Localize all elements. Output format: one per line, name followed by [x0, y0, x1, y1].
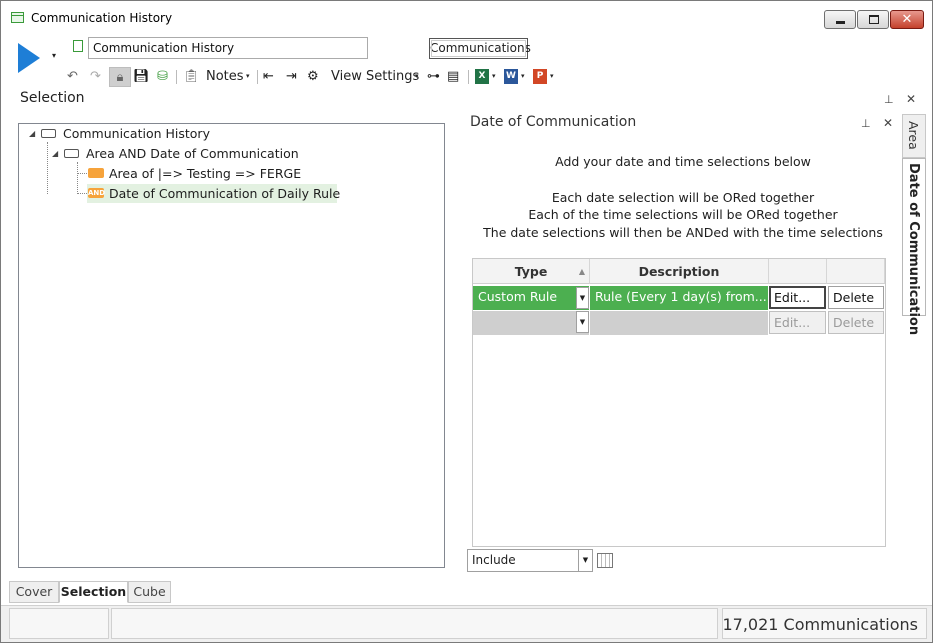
app-icon	[11, 12, 24, 23]
word-icon[interactable]: W	[504, 69, 518, 84]
include-select[interactable]: Include ▼	[467, 549, 593, 572]
status-cell	[9, 608, 109, 639]
column-header-edit	[769, 259, 827, 284]
maximize-icon	[869, 15, 879, 24]
column-header-type[interactable]: Type ▲	[473, 259, 590, 284]
tab-selection[interactable]: Selection	[59, 581, 128, 603]
tree-guide	[77, 173, 87, 174]
side-tab-label: Area	[906, 121, 921, 150]
excel-dropdown-icon[interactable]: ▾	[492, 72, 496, 80]
grid-icon[interactable]: ▤	[447, 67, 459, 87]
minimize-icon	[836, 21, 845, 24]
outdent-icon[interactable]: ⇥	[286, 67, 297, 87]
status-cell	[111, 608, 718, 639]
run-icon[interactable]	[18, 43, 40, 73]
indent-icon[interactable]: ⇤	[263, 67, 274, 87]
grid-cell-description[interactable]	[590, 311, 769, 335]
toolbar-separator	[176, 70, 177, 84]
save-icon[interactable]: 💾︎	[133, 67, 150, 87]
selection-panel-title: Selection	[20, 90, 85, 106]
edit-button[interactable]: Edit...	[769, 286, 826, 309]
run-dropdown-arrow[interactable]: ▾	[52, 51, 56, 60]
and-icon: AND	[88, 188, 106, 198]
close-button[interactable]: ✕	[890, 10, 924, 29]
side-tab-label: Date of Communication	[906, 163, 921, 336]
close-panel-icon[interactable]: ✕	[906, 92, 916, 106]
tree-item-date-rule[interactable]: AND Date of Communication of Daily Rule	[87, 184, 341, 203]
view-settings-dropdown-icon[interactable]: ▾	[415, 72, 419, 80]
delete-button[interactable]: Delete	[828, 286, 884, 309]
side-tab-area[interactable]: Area	[902, 114, 926, 158]
settings-icon[interactable]: ⚙	[307, 67, 319, 87]
maximize-button[interactable]	[857, 10, 889, 29]
tree-guide	[77, 193, 87, 194]
expand-icon[interactable]: ◢	[52, 144, 58, 163]
close-icon: ✕	[901, 12, 913, 27]
tree-item-label: Area of |=> Testing => FERGE	[109, 166, 302, 181]
type-dropdown-icon[interactable]: ▼	[576, 311, 589, 333]
view-settings-button[interactable]: View Settings	[331, 68, 419, 86]
toolbar-separator	[257, 70, 258, 84]
side-tabs: Area Date of Communication	[902, 114, 926, 574]
grid-cell-type[interactable]: Custom Rule	[473, 286, 590, 310]
calendar-edit-icon[interactable]	[597, 553, 613, 568]
type-dropdown-icon[interactable]: ▼	[576, 287, 589, 309]
communications-button[interactable]: Communications	[429, 38, 531, 59]
pin-icon[interactable]: ⊥	[861, 117, 871, 130]
tab-cube[interactable]: Cube	[128, 581, 171, 603]
excel-icon[interactable]: X	[475, 69, 489, 84]
note-text: The date selections will then be ANDed w…	[483, 225, 883, 240]
status-bar: 17,021 Communications	[1, 605, 932, 642]
column-header-delete	[827, 259, 885, 284]
expand-icon[interactable]: ◢	[29, 124, 35, 143]
powerpoint-dropdown-icon[interactable]: ▾	[550, 72, 554, 80]
grid-cell-description[interactable]: Rule (Every 1 day(s) from...	[590, 286, 769, 310]
tree-item-label: Area AND Date of Communication	[86, 146, 299, 161]
header-label: Type	[514, 264, 548, 279]
document-icon	[73, 40, 83, 52]
toolbar-separator	[468, 70, 469, 84]
tree-guide	[77, 162, 78, 194]
status-count-cell: 17,021 Communications	[722, 608, 927, 639]
side-tab-date-of-communication[interactable]: Date of Communication	[902, 158, 926, 335]
group-icon	[64, 149, 79, 158]
powerpoint-icon[interactable]: P	[533, 69, 547, 84]
include-select-value: Include	[472, 553, 516, 567]
column-header-description[interactable]: Description	[590, 259, 769, 284]
notes-dropdown-icon[interactable]: ▾	[246, 72, 250, 80]
selection-name-input[interactable]	[88, 37, 368, 59]
sort-icon: ▲	[578, 267, 585, 276]
close-panel-icon[interactable]: ✕	[883, 116, 893, 130]
selection-tree: ◢ Communication History ◢ Area AND Date …	[18, 123, 445, 568]
chevron-down-icon[interactable]: ▼	[578, 550, 592, 571]
tab-cover[interactable]: Cover	[9, 581, 59, 603]
notes-button[interactable]: Notes	[206, 68, 244, 86]
date-selection-grid: Type ▲ Description Custom Rule ▼ Rule (E…	[472, 258, 886, 547]
tree-icon[interactable]: ⊶	[427, 67, 440, 87]
tree-item-label: Communication History	[63, 126, 210, 141]
title-bar: Communication History ✕	[1, 1, 932, 33]
minimize-button[interactable]	[824, 10, 856, 29]
database-icon[interactable]: ⛁	[157, 67, 168, 87]
redo-icon[interactable]: ↷	[90, 67, 101, 87]
delete-button[interactable]: Delete	[828, 311, 884, 334]
grid-cell-type[interactable]	[473, 311, 590, 335]
tree-item-label: Date of Communication of Daily Rule	[109, 186, 341, 201]
word-dropdown-icon[interactable]: ▾	[521, 72, 525, 80]
group-icon	[41, 129, 56, 138]
clipboard-icon[interactable]: 📋︎	[183, 67, 200, 87]
lock-icon[interactable]: 🔒︎	[109, 67, 131, 87]
instructions-text: Add your date and time selections below	[555, 154, 811, 169]
rule-icon	[88, 168, 104, 178]
tree-guide	[47, 142, 48, 194]
pin-icon[interactable]: ⊥	[884, 93, 894, 106]
undo-icon[interactable]: ↶	[67, 67, 78, 87]
edit-button[interactable]: Edit...	[769, 311, 826, 334]
window-title: Communication History	[31, 11, 173, 25]
date-panel-title: Date of Communication	[470, 114, 637, 130]
communications-count: 17,021 Communications	[722, 615, 918, 634]
note-text: Each date selection will be ORed togethe…	[551, 190, 815, 205]
note-text: Each of the time selections will be ORed…	[528, 207, 838, 222]
application-window: Communication History ✕ ▾ Communications…	[0, 0, 933, 643]
